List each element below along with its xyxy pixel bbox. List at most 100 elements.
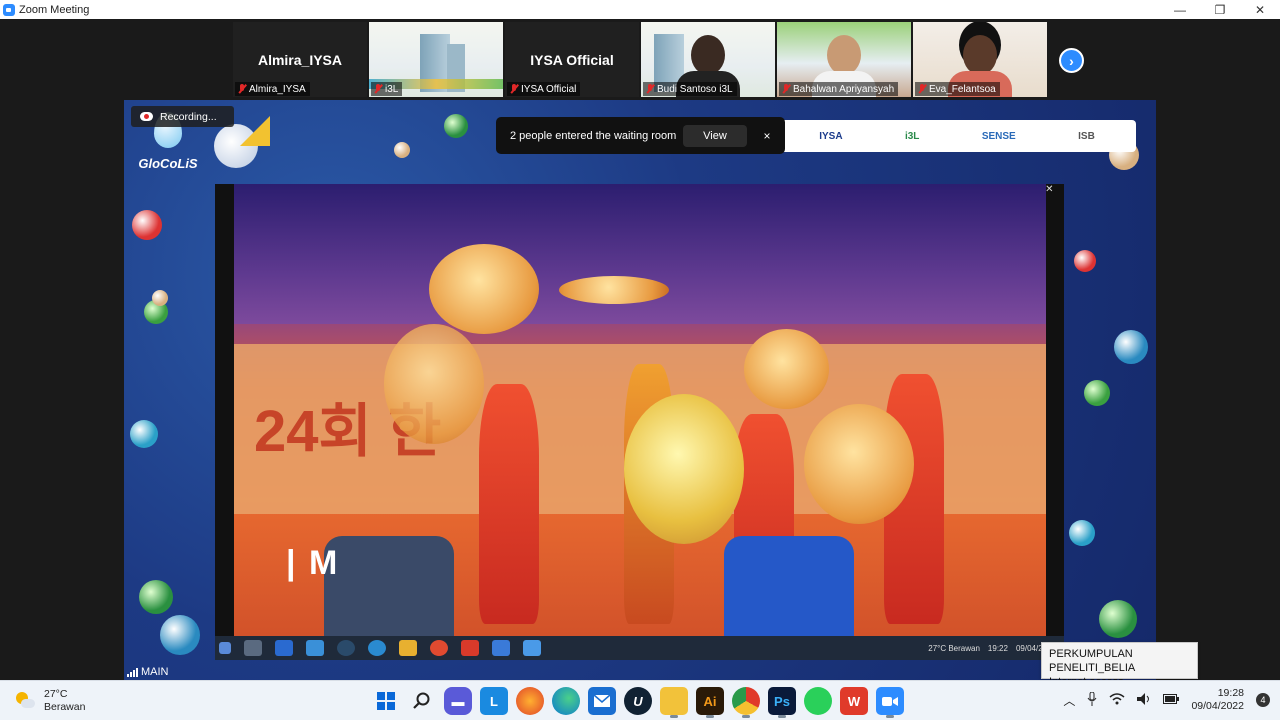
taskbar-apps: ▬ L U Ai Ps W [372, 687, 904, 718]
remote-start-icon [219, 642, 231, 654]
dancer-hat [429, 244, 539, 334]
molecule-decoration [160, 615, 200, 655]
dancer-fan [384, 324, 484, 444]
waiting-room-notification: 2 people entered the waiting room View × [496, 117, 785, 154]
zoom-icon[interactable] [876, 687, 904, 718]
chevron-up-icon[interactable]: ︿ [1063, 692, 1075, 709]
window-title: Zoom Meeting [19, 3, 90, 16]
participant-label: Almira_IYSA [235, 82, 310, 96]
remote-app-icon [430, 640, 448, 656]
sponsor-logo: i3L [904, 130, 920, 142]
remote-app-icon [523, 640, 541, 656]
signal-icon [127, 667, 138, 677]
dancer-hat [744, 329, 829, 409]
audience-chair [724, 536, 854, 636]
illustrator-icon[interactable]: Ai [696, 687, 724, 718]
participant-label: Eva_Felantsoa [915, 82, 1000, 96]
participant-tile-i3l[interactable]: i3L [369, 22, 503, 97]
participant-label: i3L [371, 82, 403, 96]
participant-strip: Almira_IYSA Almira_IYSA i3L IYSA Officia… [0, 19, 1280, 99]
dancer-figure [479, 384, 539, 624]
mic-muted-icon [510, 84, 518, 94]
mail-icon[interactable] [588, 687, 616, 715]
remote-desktop-window: – ▫ ✕ 24회 한 | M [215, 184, 1064, 660]
participant-label: IYSA Official [507, 82, 581, 96]
weather-temp: 27°C [44, 688, 68, 700]
chrome-icon[interactable] [732, 687, 760, 718]
notification-message: 2 people entered the waiting room [510, 129, 677, 142]
molecule-decoration [152, 290, 168, 306]
system-tray: ︿ 19:28 09/04/2022 4 [1063, 687, 1270, 713]
remote-app-icon [492, 640, 510, 656]
wps-office-icon[interactable]: W [840, 687, 868, 715]
stage-background [234, 184, 1046, 324]
windows-taskbar: 27°C Berawan ▬ L U Ai Ps W ︿ 19:28 09/04… [0, 680, 1280, 720]
microphone-icon[interactable] [1087, 691, 1097, 709]
remote-tray: 27°C Berawan 19:22 09/04/2022 [928, 644, 1056, 653]
remote-app-icon [244, 640, 262, 656]
close-notification-icon[interactable]: × [759, 129, 775, 143]
remote-app-icon [368, 640, 386, 656]
remote-app-icon [337, 640, 355, 656]
remote-taskbar: 27°C Berawan 19:22 09/04/2022 [215, 636, 1064, 660]
battery-icon[interactable] [1163, 693, 1180, 707]
chevron-right-icon[interactable]: › [1059, 48, 1084, 73]
whatsapp-icon[interactable] [804, 687, 832, 715]
participant-tile-bahalwan[interactable]: Bahalwan Apriyansyah [777, 22, 911, 97]
remote-app-icon [399, 640, 417, 656]
close-button[interactable]: ✕ [1240, 0, 1280, 19]
mic-muted-icon [782, 84, 790, 94]
mic-muted-icon [918, 84, 926, 94]
dancer-hat [559, 276, 669, 304]
file-explorer-icon[interactable] [660, 687, 688, 718]
molecule-decoration [130, 420, 158, 448]
participant-tile-eva[interactable]: Eva_Felantsoa [913, 22, 1047, 97]
audience-chair [324, 536, 454, 636]
photoshop-icon[interactable]: Ps [768, 687, 796, 718]
sponsor-logo-bar: IYSA i3L SENSE ISB [778, 120, 1136, 152]
wifi-icon[interactable] [1109, 692, 1125, 708]
molecule-decoration [394, 142, 410, 158]
recording-label: Recording... [160, 110, 217, 123]
edge-icon[interactable] [552, 687, 580, 715]
participant-label: Budi Santoso i3L [643, 82, 737, 96]
speaker-icon[interactable] [1137, 692, 1151, 708]
view-button[interactable]: View [683, 124, 747, 147]
recording-indicator[interactable]: Recording... [131, 106, 234, 127]
remote-close-icon: ✕ [1045, 184, 1054, 195]
notification-badge[interactable]: 4 [1256, 693, 1270, 707]
weather-widget[interactable]: 27°C Berawan [14, 688, 85, 714]
molecule-decoration [1069, 520, 1095, 546]
dance-performance-video: 24회 한 | M [234, 184, 1046, 636]
teams-chat-icon[interactable]: ▬ [444, 687, 472, 715]
partly-cloudy-icon [14, 690, 36, 712]
molecule-decoration [1074, 250, 1096, 272]
sponsor-logo: ISB [1078, 130, 1095, 142]
molecule-decoration [132, 210, 162, 240]
system-clock[interactable]: 19:28 09/04/2022 [1191, 687, 1244, 713]
molecule-decoration [139, 580, 173, 614]
participant-name-display: IYSA Official [530, 52, 614, 68]
remote-weather: 27°C Berawan [928, 643, 980, 653]
participant-tile-almira[interactable]: Almira_IYSA Almira_IYSA [233, 22, 367, 97]
search-icon[interactable] [408, 687, 436, 715]
u-app-icon[interactable]: U [624, 687, 652, 715]
molecule-decoration [444, 114, 468, 138]
minimize-button[interactable]: — [1160, 0, 1200, 19]
participant-label: Bahalwan Apriyansyah [779, 82, 899, 96]
weather-desc: Berawan [44, 701, 86, 713]
shared-screen: GloCoLiS Recording... IYSA i3L SENSE ISB… [124, 100, 1156, 680]
molecule-decoration [1114, 330, 1148, 364]
sponsor-logo: SENSE [981, 130, 1016, 142]
network-tooltip: PERKUMPULAN PENELITI_BELIA Internet acce… [1041, 642, 1198, 688]
remote-clock-time: 19:22 [987, 643, 1008, 653]
windows-start-icon[interactable] [372, 687, 400, 715]
firefox-icon[interactable] [516, 687, 544, 715]
l-app-icon[interactable]: L [480, 687, 508, 715]
participant-name-display: Almira_IYSA [257, 52, 343, 68]
participant-tile-budi[interactable]: Budi Santoso i3L [641, 22, 775, 97]
maximize-button[interactable]: ❐ [1200, 0, 1240, 19]
participant-tile-iysa-official[interactable]: IYSA Official IYSA Official [505, 22, 639, 97]
cloud-recording-icon [140, 112, 153, 121]
zoom-app-icon [3, 3, 15, 16]
